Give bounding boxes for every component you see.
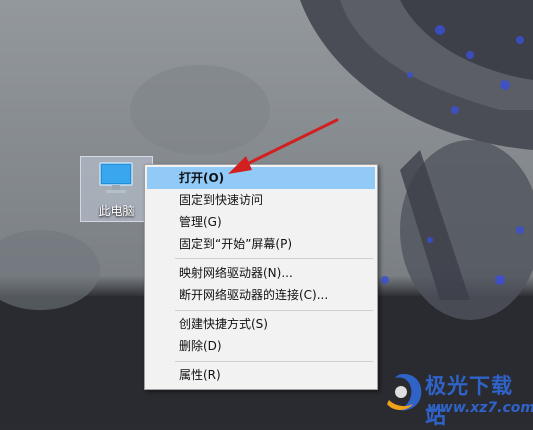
context-menu: 打开(O) 固定到快速访问 管理(G) 固定到“开始”屏幕(P) 映射网络驱动器… — [144, 164, 378, 390]
menu-item-properties[interactable]: 属性(R) — [147, 364, 375, 386]
watermark: 极光下载站 www.xz7.com — [381, 368, 533, 428]
this-pc-label: 此电脑 — [98, 204, 135, 218]
menu-item-pin-start[interactable]: 固定到“开始”屏幕(P) — [147, 233, 375, 255]
aurora-logo-icon — [387, 374, 422, 411]
this-pc-desktop-icon[interactable]: 此电脑 — [80, 156, 153, 222]
menu-item-pin-quick-access[interactable]: 固定到快速访问 — [147, 189, 375, 211]
menu-item-map-network-drive[interactable]: 映射网络驱动器(N)... — [147, 262, 375, 284]
menu-item-open[interactable]: 打开(O) — [147, 167, 375, 189]
watermark-url: www.xz7.com — [427, 400, 533, 416]
computer-icon — [99, 162, 133, 193]
menu-separator — [175, 310, 373, 311]
menu-separator — [175, 258, 373, 259]
menu-item-manage[interactable]: 管理(G) — [147, 211, 375, 233]
menu-item-disconnect-network-drive[interactable]: 断开网络驱动器的连接(C)... — [147, 284, 375, 306]
menu-separator — [175, 361, 373, 362]
menu-item-delete[interactable]: 删除(D) — [147, 335, 375, 357]
menu-item-create-shortcut[interactable]: 创建快捷方式(S) — [147, 313, 375, 335]
